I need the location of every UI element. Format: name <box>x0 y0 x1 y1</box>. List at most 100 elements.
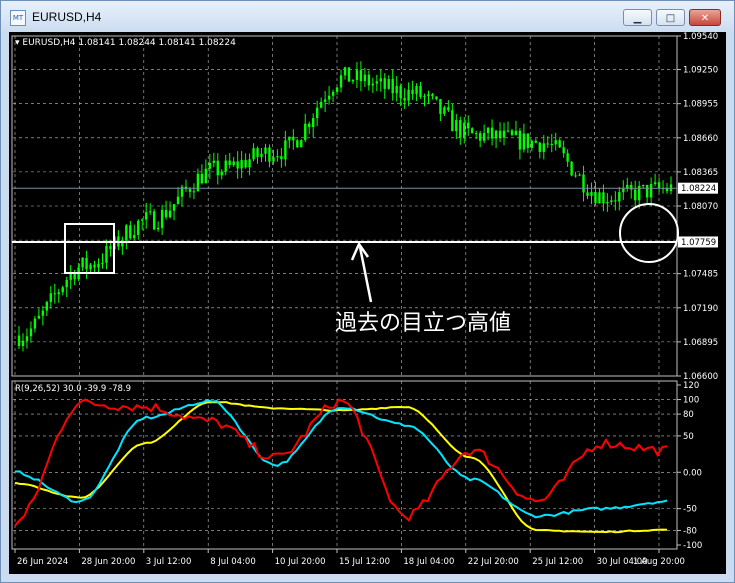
candle-body <box>439 99 442 114</box>
candle-body <box>649 183 653 198</box>
candle-body <box>331 91 335 96</box>
candle-body <box>93 264 96 268</box>
candle-body <box>427 94 430 97</box>
candle-body <box>148 211 152 213</box>
candle-body <box>284 140 287 160</box>
time-tick-label: 26 Jun 2024 <box>17 557 68 567</box>
candle-body <box>105 246 108 263</box>
candle-body <box>431 94 434 97</box>
chart-canvas[interactable]: 過去の目立つ高値 ▾ EURUSD,H4 1.08141 1.08244 1.0… <box>9 32 726 574</box>
candle-body <box>359 70 363 82</box>
candle-body <box>363 74 367 82</box>
candle-body <box>212 160 216 163</box>
time-tick-label: 3 Jul 12:00 <box>146 557 192 567</box>
candle-body <box>403 97 406 101</box>
candle-body <box>304 123 307 141</box>
indicator-panel[interactable]: R(9,26,52) 30.0 -39.9 -78.9 120 100 80 50 0.… <box>11 380 702 551</box>
candle-body <box>355 70 359 81</box>
indicator-tick-label: 50 <box>683 432 694 442</box>
candle-body <box>443 107 446 114</box>
candle-body <box>510 130 514 135</box>
candle-body <box>339 75 343 88</box>
candle-body <box>37 315 41 319</box>
candle-body <box>200 173 204 184</box>
app-icon: MT <box>10 10 26 26</box>
candle-body <box>467 122 470 129</box>
candle-body <box>566 153 569 162</box>
candle-body <box>256 148 259 157</box>
candle-body <box>152 211 156 230</box>
candle-body <box>85 257 88 270</box>
window-title: EURUSD,H4 <box>32 10 102 24</box>
current-price-tag: 1.08224 <box>678 182 718 194</box>
candle-body <box>276 156 279 158</box>
candle-body <box>351 80 355 82</box>
candle-body <box>375 81 379 84</box>
price-tick-label: 1.08955 <box>683 100 718 110</box>
price-tick-label: 1.08365 <box>683 168 718 178</box>
candle-body <box>641 184 645 186</box>
candle-body <box>97 263 100 268</box>
candle-body <box>137 220 140 235</box>
candle-body <box>474 133 478 135</box>
candle-body <box>129 225 132 239</box>
minimize-button[interactable]: ▁ <box>623 9 652 26</box>
candle-body <box>343 67 347 76</box>
candle-body <box>252 148 255 160</box>
chart-area[interactable]: 過去の目立つ高値 ▾ EURUSD,H4 1.08141 1.08244 1.0… <box>9 32 726 574</box>
candle-body <box>81 257 84 268</box>
candle-body <box>248 159 251 168</box>
maximize-button[interactable]: □ <box>656 9 685 26</box>
candle-body <box>379 78 382 82</box>
indicator-info-label: R(9,26,52) 30.0 -39.9 -78.9 <box>15 384 131 394</box>
indicator-tick-label: 80 <box>683 410 694 420</box>
candle-body <box>598 192 601 204</box>
candle-body <box>176 196 180 205</box>
time-axis: 26 Jun 2024 28 Jun 20:00 3 Jul 12:00 8 Jul … <box>14 549 685 567</box>
time-tick-label: 22 Jul 20:00 <box>468 557 519 567</box>
candle-body <box>574 175 577 177</box>
candle-body <box>319 101 323 108</box>
candle-body <box>288 136 291 141</box>
candle-body <box>327 95 331 100</box>
candle-body <box>502 130 506 138</box>
candle-body <box>192 191 196 193</box>
time-tick-label: 25 Jul 12:00 <box>532 557 583 567</box>
candle-body <box>526 133 530 148</box>
price-tick-label: 1.08070 <box>683 202 718 212</box>
candle-body <box>415 86 418 95</box>
candle-body <box>220 171 223 176</box>
candle-body <box>558 140 561 148</box>
annotation-text: 過去の目立つ高値 <box>335 311 511 336</box>
candle-body <box>383 78 386 89</box>
candle-body <box>463 122 466 138</box>
candle-body <box>582 174 585 193</box>
candle-body <box>395 86 398 94</box>
candle-body <box>164 209 168 218</box>
candle-body <box>29 328 33 337</box>
title-bar[interactable]: MT EURUSD,H4 ▁ □ ✕ <box>1 1 734 33</box>
candle-body <box>172 204 176 211</box>
candle-body <box>614 200 617 202</box>
candle-body <box>498 130 502 138</box>
candle-body <box>264 147 267 154</box>
candle-body <box>554 140 557 145</box>
candle-body <box>268 147 271 162</box>
level-price-label: 1.07759 <box>681 238 716 248</box>
candle-body <box>657 182 661 189</box>
candle-body <box>260 153 263 157</box>
candle-body <box>109 246 112 250</box>
indicator-tick-label: 120 <box>683 381 699 391</box>
candle-body <box>538 142 542 152</box>
candle-body <box>347 67 351 82</box>
candle-body <box>490 127 494 139</box>
candle-body <box>89 264 92 270</box>
candle-body <box>530 140 534 148</box>
candle-body <box>311 118 315 128</box>
price-panel[interactable]: 過去の目立つ高値 ▾ EURUSD,H4 1.08141 1.08244 1.0… <box>11 32 718 382</box>
candle-body <box>622 188 625 193</box>
indicator-panel-frame <box>11 380 678 550</box>
close-button[interactable]: ✕ <box>689 9 721 26</box>
candle-body <box>391 78 394 94</box>
candle-body <box>506 130 510 132</box>
